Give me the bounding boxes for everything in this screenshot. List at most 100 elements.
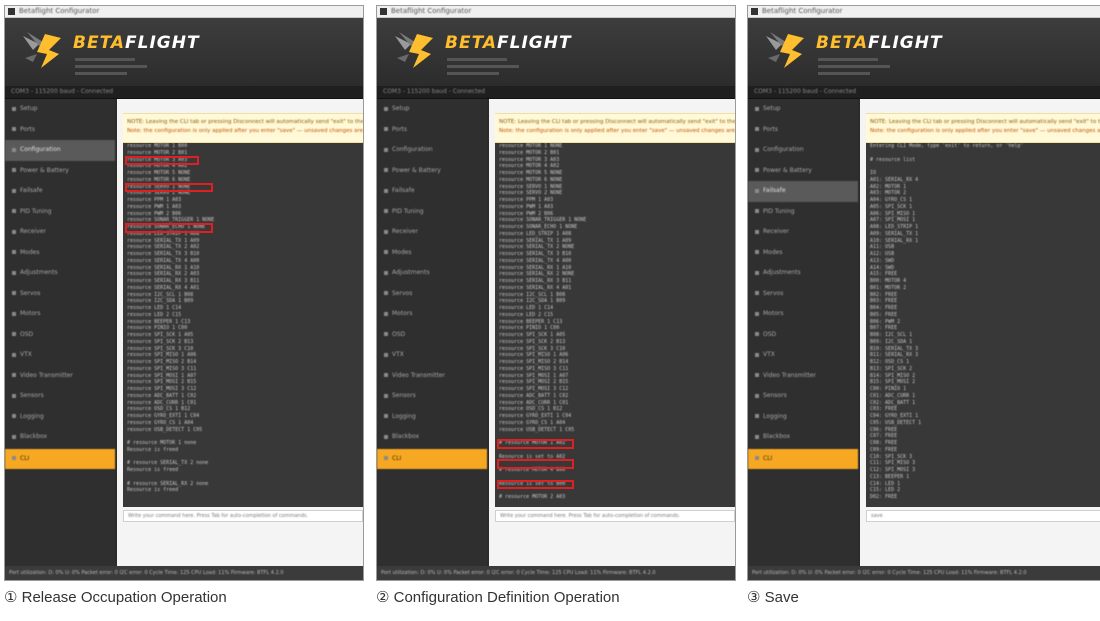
cli-output-line: resource LED 2 C15 (499, 311, 554, 318)
app-icon (751, 8, 758, 15)
sidebar-icon (12, 106, 16, 111)
sidebar-icon (384, 373, 388, 377)
sidebar-icon (384, 311, 388, 316)
cli-output-line: resource BEEPER 1 C13 (127, 318, 191, 325)
sidebar-icon (12, 270, 16, 275)
cli-output-line: resource SPI_MOSI 3 C12 (127, 386, 197, 392)
highlight-box (125, 223, 213, 233)
sidebar-item-motors[interactable]: Motors (5, 304, 115, 325)
app-header: BETAFLIGHT (5, 18, 363, 86)
sidebar-item-sensors[interactable]: Sensors (748, 386, 858, 407)
header-info-line (75, 72, 127, 75)
sidebar-item-video-transmitter[interactable]: Video Transmitter (748, 366, 858, 387)
sidebar-item-servos[interactable]: Servos (5, 284, 115, 305)
cli-output-line: resource SERIAL_TX 2 NONE (499, 244, 575, 251)
cli-output-line: C13: BEEPER 1 (870, 473, 910, 480)
header-info-line (447, 72, 499, 75)
sidebar-item-cli[interactable]: CLI (748, 448, 858, 469)
sidebar-item-servos[interactable]: Servos (748, 284, 858, 305)
sidebar-item-osd[interactable]: OSD (5, 325, 115, 346)
sidebar-item-video-transmitter[interactable]: Video Transmitter (5, 366, 115, 387)
sidebar-item-failsafe[interactable]: Failsafe (5, 181, 115, 202)
cli-output-line: resource I2C_SDA 1 B09 (499, 298, 566, 305)
cli-command-input[interactable]: save (866, 510, 1100, 522)
cli-output-line: B12: OSD_CS 1 (870, 359, 910, 365)
cli-output-line: resource I2C_SDA 1 B09 (127, 298, 194, 305)
sidebar-item-servos[interactable]: Servos (377, 284, 487, 305)
sidebar-item-motors[interactable]: Motors (377, 304, 487, 325)
sidebar-item-adjustments[interactable]: Adjustments (5, 263, 115, 284)
sidebar-item-label: Logging (20, 412, 44, 420)
sidebar-item-adjustments[interactable]: Adjustments (748, 263, 858, 284)
sidebar-item-setup[interactable]: Setup (377, 99, 487, 120)
cli-output-line: Resource is freed (127, 487, 179, 494)
cli-command-input[interactable]: Write your command here. Press Tab for a… (495, 510, 735, 522)
cli-command-text: save (871, 513, 883, 519)
sidebar-item-pid-tuning[interactable]: PID Tuning (377, 202, 487, 223)
sidebar-item-label: Configuration (392, 146, 433, 153)
sidebar-item-failsafe[interactable]: Failsafe (748, 181, 858, 202)
cli-output-line: resource PWM 2 B06 (127, 210, 182, 217)
sidebar-item-pid-tuning[interactable]: PID Tuning (5, 202, 115, 223)
sidebar-item-vtx[interactable]: VTX (748, 345, 858, 366)
cli-output-line: B06: PWM 2 (870, 318, 901, 325)
sidebar-item-sensors[interactable]: Sensors (5, 386, 115, 407)
sidebar-item-receiver[interactable]: Receiver (748, 222, 858, 243)
sidebar-item-modes[interactable]: Modes (748, 243, 858, 264)
sidebar-item-sensors[interactable]: Sensors (377, 386, 487, 407)
header-info-line (818, 58, 878, 61)
sidebar-item-modes[interactable]: Modes (5, 243, 115, 264)
sidebar-item-power-battery[interactable]: Power & Battery (748, 161, 858, 182)
cli-command-input[interactable]: Write your command here. Press Tab for a… (123, 510, 363, 522)
sidebar-item-logging[interactable]: Logging (748, 407, 858, 428)
sidebar-item-receiver[interactable]: Receiver (5, 222, 115, 243)
sidebar-item-logging[interactable]: Logging (5, 407, 115, 428)
cli-note-line: NOTE: Leaving the CLI tab or pressing Di… (870, 119, 1100, 125)
sidebar-item-vtx[interactable]: VTX (5, 345, 115, 366)
sidebar-item-logging[interactable]: Logging (377, 407, 487, 428)
sidebar-item-cli[interactable]: CLI (377, 448, 487, 469)
sidebar-item-configuration[interactable]: Configuration (5, 140, 115, 161)
sidebar-item-blackbox[interactable]: Blackbox (377, 427, 487, 448)
sidebar-item-power-battery[interactable]: Power & Battery (5, 161, 115, 182)
sidebar-item-label: Sensors (392, 392, 416, 399)
sidebar-icon (384, 332, 388, 336)
sidebar-item-osd[interactable]: OSD (748, 325, 858, 346)
sidebar-item-modes[interactable]: Modes (377, 243, 487, 264)
sidebar-item-blackbox[interactable]: Blackbox (748, 427, 858, 448)
sidebar-icon (384, 106, 388, 111)
highlight-box (497, 439, 574, 449)
sidebar-item-label: Configuration (20, 146, 61, 153)
sidebar-item-configuration[interactable]: Configuration (748, 140, 858, 161)
sidebar-item-blackbox[interactable]: Blackbox (5, 427, 115, 448)
sidebar-icon (755, 352, 759, 357)
cli-output-line: resource SONAR_TRIGGER 1 NONE (499, 217, 587, 224)
sidebar-item-setup[interactable]: Setup (748, 99, 858, 120)
sidebar-item-power-battery[interactable]: Power & Battery (377, 161, 487, 182)
sidebar-item-pid-tuning[interactable]: PID Tuning (748, 202, 858, 223)
sidebar-item-vtx[interactable]: VTX (377, 345, 487, 366)
sidebar-item-label: Blackbox (763, 433, 791, 440)
sidebar-item-motors[interactable]: Motors (748, 304, 858, 325)
sidebar-item-video-transmitter[interactable]: Video Transmitter (377, 366, 487, 387)
sidebar-item-ports[interactable]: Ports (748, 120, 858, 141)
sidebar-item-configuration[interactable]: Configuration (377, 140, 487, 161)
sidebar-item-osd[interactable]: OSD (377, 325, 487, 346)
sidebar-item-ports[interactable]: Ports (377, 120, 487, 141)
sidebar-item-label: Ports (392, 125, 408, 133)
sidebar-item-adjustments[interactable]: Adjustments (377, 263, 487, 284)
sidebar-item-setup[interactable]: Setup (5, 99, 115, 120)
sidebar-item-cli[interactable]: CLI (5, 448, 115, 469)
sidebar-icon (384, 229, 388, 234)
cli-output-line: B02: FREE (870, 291, 898, 298)
sidebar-item-failsafe[interactable]: Failsafe (377, 181, 487, 202)
cli-output-line: resource PWM 1 A03 (127, 203, 182, 210)
cli-output-line: Resource is freed (127, 446, 179, 453)
sidebar-icon (755, 209, 759, 213)
sidebar-icon (384, 270, 388, 275)
sidebar-item-ports[interactable]: Ports (5, 120, 115, 141)
sidebar-item-label: Logging (763, 412, 787, 420)
cli-output-line: resource SERIAL_TX 2 A02 (127, 244, 200, 251)
sidebar-item-receiver[interactable]: Receiver (377, 222, 487, 243)
status-text: Port utilization: D: 0% U: 0% Packet err… (9, 570, 284, 576)
